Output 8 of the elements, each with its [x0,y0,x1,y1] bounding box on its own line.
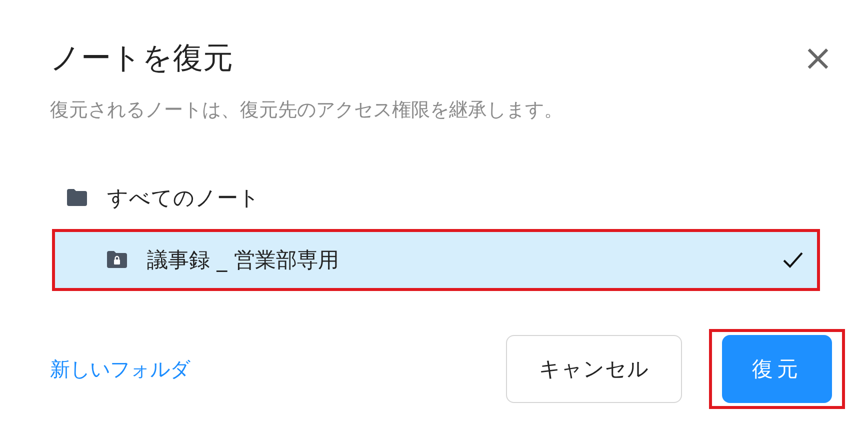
dialog-title: ノートを復元 [50,40,233,78]
dialog-description: 復元されるノートは、復元先のアクセス権限を継承します。 [50,98,564,123]
folder-label: 議事録 _ 営業部専用 [147,247,340,274]
close-button[interactable]: × [798,40,837,76]
folder-row[interactable]: 議事録 _ 営業部専用 [52,229,820,291]
folder-row[interactable]: すべてのノート [52,171,820,225]
folder-label: すべてのノート [107,185,261,212]
cancel-button[interactable]: キャンセル [506,335,682,403]
